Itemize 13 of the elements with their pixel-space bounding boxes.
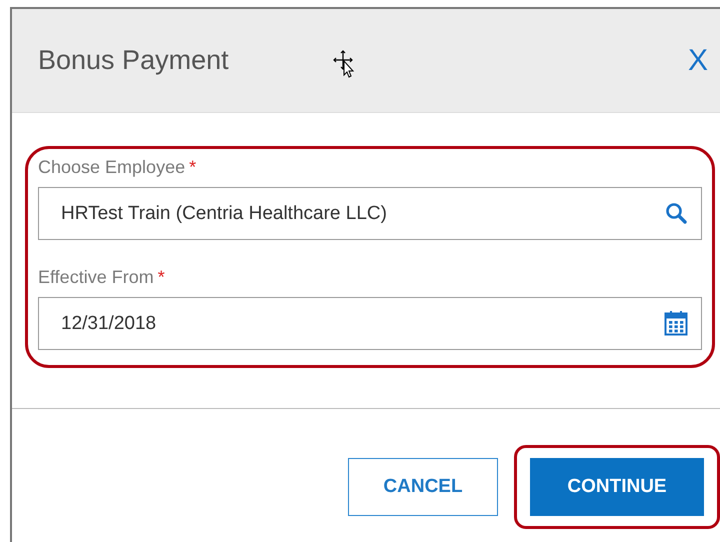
continue-button[interactable]: CONTINUE xyxy=(530,458,704,516)
required-mark: * xyxy=(189,156,196,179)
move-cursor-icon xyxy=(332,50,357,78)
input-field[interactable]: HRTest Train (Centria Healthcare LLC) xyxy=(38,187,702,240)
close-button[interactable]: X xyxy=(688,46,708,76)
required-mark: * xyxy=(158,266,165,289)
search-icon[interactable] xyxy=(664,200,688,226)
field-label: Effective From xyxy=(38,266,154,289)
cancel-button[interactable]: CANCEL xyxy=(348,458,498,516)
field-label: Choose Employee xyxy=(38,156,186,179)
calendar-icon[interactable] xyxy=(664,310,688,336)
input-field[interactable]: 12/31/2018 xyxy=(38,297,702,350)
dialog-title: Bonus Payment xyxy=(38,44,229,78)
